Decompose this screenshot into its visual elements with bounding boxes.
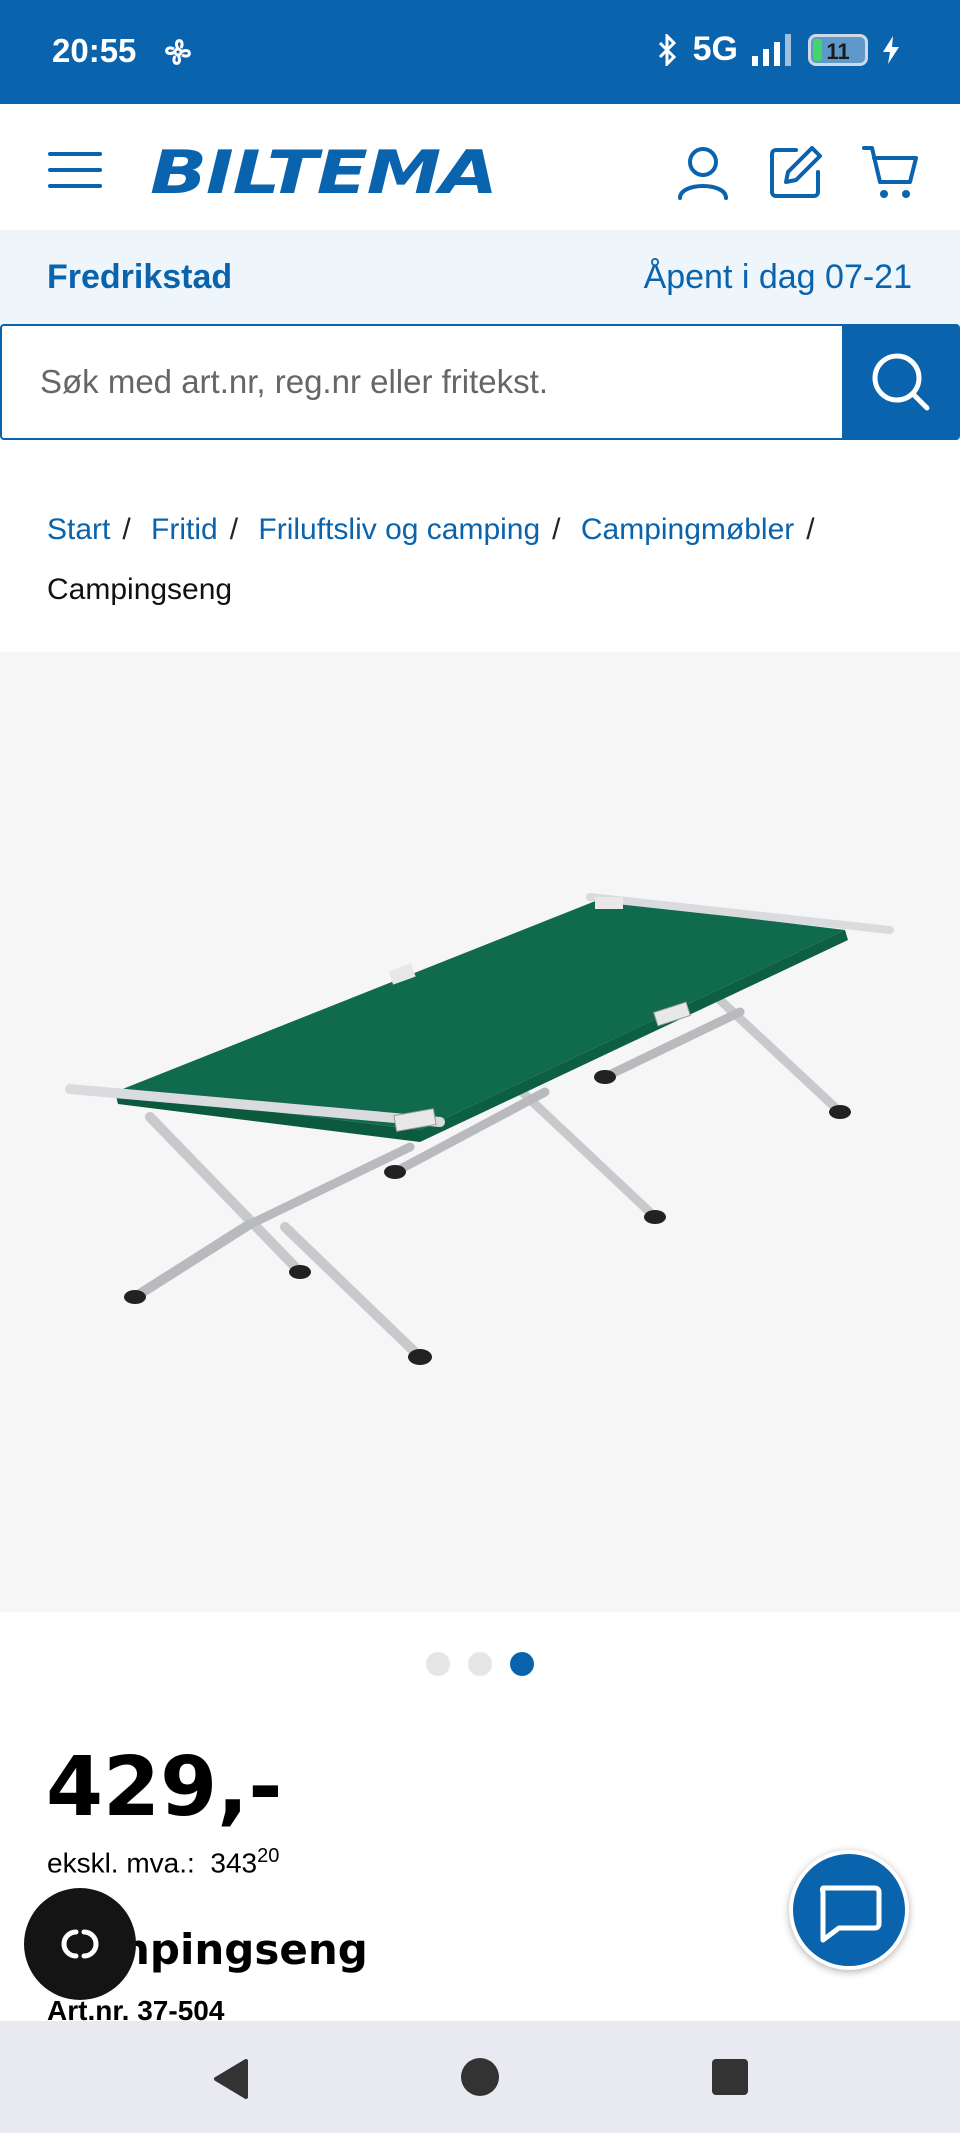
charging-icon bbox=[883, 35, 899, 64]
product-price: 429,- bbox=[46, 1740, 283, 1835]
breadcrumb-friluftsliv[interactable]: Friluftsliv og camping bbox=[258, 513, 540, 546]
network-type: 5G bbox=[692, 30, 738, 68]
edit-icon[interactable] bbox=[768, 144, 824, 200]
cookie-icon bbox=[61, 1929, 99, 1959]
gallery-dot-2[interactable] bbox=[468, 1652, 492, 1676]
status-bar: 20:55 5G 11 bbox=[0, 0, 960, 104]
site-header: BILTEMA bbox=[0, 104, 960, 230]
breadcrumb-separator: / bbox=[122, 513, 131, 546]
search-input[interactable] bbox=[2, 326, 846, 438]
ex-vat-value: 343 bbox=[210, 1847, 258, 1879]
search-icon bbox=[872, 353, 930, 411]
cart-icon[interactable] bbox=[862, 144, 918, 200]
signal-icon bbox=[752, 33, 791, 66]
store-name[interactable]: Fredrikstad bbox=[47, 258, 232, 297]
breadcrumb-campingmobler[interactable]: Campingmøbler bbox=[581, 513, 794, 546]
gallery-dot-1[interactable] bbox=[426, 1652, 450, 1676]
back-icon[interactable] bbox=[210, 2057, 250, 2101]
store-hours[interactable]: Åpent i dag 07-21 bbox=[644, 258, 912, 297]
price-ex-vat: ekskl. mva.: 34320 bbox=[47, 1845, 279, 1879]
breadcrumb-separator: / bbox=[806, 513, 815, 546]
breadcrumb-separator: / bbox=[229, 513, 239, 546]
battery-level: 11 bbox=[826, 38, 850, 64]
user-icon[interactable] bbox=[676, 144, 730, 200]
ex-vat-label: ekskl. mva.: bbox=[47, 1847, 195, 1879]
pinwheel-icon bbox=[165, 39, 191, 65]
breadcrumb-current: Campingseng bbox=[47, 573, 233, 606]
breadcrumb: Start / Fritid / Friluftsliv og camping / C… bbox=[47, 500, 927, 620]
ex-vat-cents: 20 bbox=[257, 1845, 280, 1867]
breadcrumb-start[interactable]: Start bbox=[47, 513, 110, 546]
bluetooth-icon bbox=[658, 33, 676, 66]
store-bar[interactable]: Fredrikstad Åpent i dag 07-21 bbox=[0, 230, 960, 324]
product-image bbox=[65, 893, 894, 1365]
breadcrumb-fritid[interactable]: Fritid bbox=[151, 513, 218, 546]
hamburger-icon[interactable] bbox=[48, 152, 102, 188]
recents-icon[interactable] bbox=[712, 2059, 748, 2095]
gallery-dots bbox=[0, 1652, 960, 1676]
gallery-dot-3[interactable] bbox=[510, 1652, 534, 1676]
search-button[interactable] bbox=[842, 324, 958, 440]
battery-icon: 11 bbox=[808, 33, 868, 66]
status-right: 5G 11 bbox=[655, 30, 900, 69]
search-bar bbox=[0, 324, 960, 440]
cookie-settings-button[interactable] bbox=[24, 1888, 136, 2000]
product-gallery[interactable] bbox=[0, 652, 960, 1612]
brand-logo[interactable]: BILTEMA bbox=[150, 138, 498, 208]
breadcrumb-separator: / bbox=[552, 513, 561, 546]
chat-icon bbox=[819, 1885, 882, 1943]
home-icon[interactable] bbox=[460, 2057, 500, 2097]
status-time: 20:55 bbox=[52, 32, 137, 69]
system-nav-bar bbox=[0, 2021, 960, 2133]
chat-button[interactable] bbox=[789, 1850, 909, 1970]
